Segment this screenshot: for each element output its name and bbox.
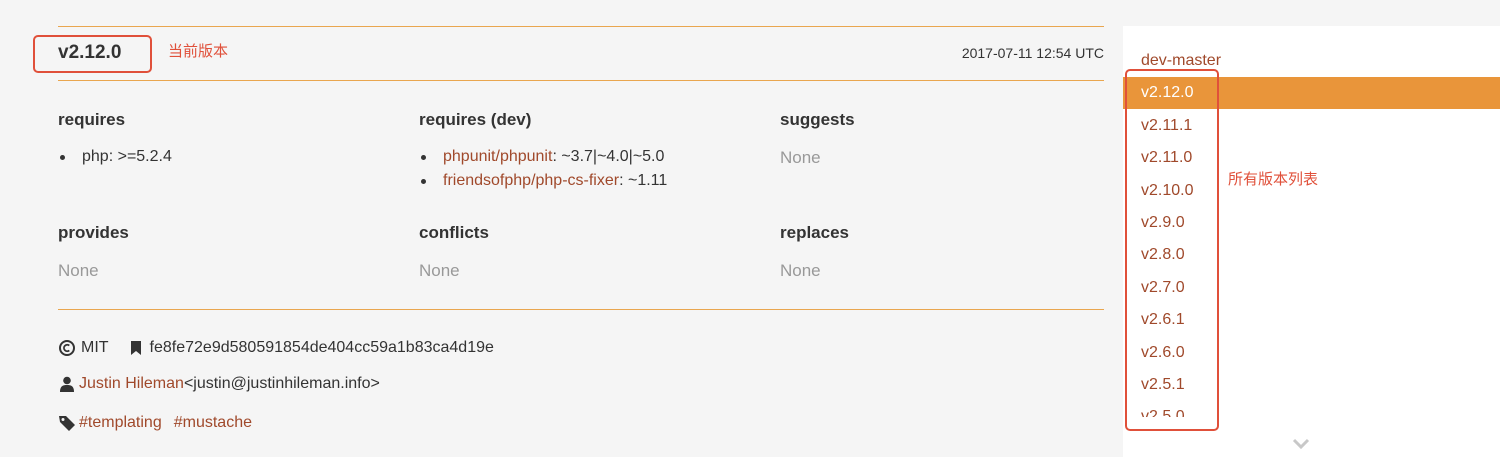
provides-value: None — [58, 261, 99, 280]
provides-heading: provides — [58, 223, 129, 242]
author-email: <justin@justinhileman.info> — [183, 375, 380, 392]
requires-dev-item: phpunit/phpunit: ~3.7|~4.0|~5.0 — [419, 145, 667, 169]
chevron-down-icon[interactable] — [1292, 438, 1310, 450]
version-dev-master[interactable]: dev-master — [1141, 52, 1221, 70]
current-version-annotation-box — [33, 35, 152, 73]
author-link[interactable]: Justin Hileman — [79, 375, 184, 393]
bookmark-icon — [130, 341, 141, 355]
suggests-value: None — [780, 148, 821, 167]
dependency-constraint: : >=5.2.4 — [108, 148, 172, 165]
divider-top — [58, 26, 1104, 27]
requires-list: php: >=5.2.4 — [58, 145, 172, 169]
replaces-heading: replaces — [780, 223, 849, 242]
dependency-name: php — [82, 148, 109, 165]
user-icon — [60, 376, 74, 392]
tags-row: #templating #mustache — [58, 414, 252, 432]
source-reference: fe8fe72e9d580591854de404cc59a1b83ca4d19e — [149, 339, 494, 356]
dependency-constraint: : ~1.11 — [619, 172, 668, 189]
dependency-constraint: : ~3.7|~4.0|~5.0 — [552, 148, 665, 165]
dependency-link[interactable]: phpunit/phpunit — [443, 148, 552, 165]
version-list-annotation-box — [1125, 69, 1219, 431]
requires-dev-heading: requires (dev) — [419, 110, 532, 129]
requires-dev-list: phpunit/phpunit: ~3.7|~4.0|~5.0 friendso… — [419, 145, 667, 193]
replaces-value: None — [780, 261, 821, 280]
tag-link[interactable]: #templating — [79, 414, 162, 432]
current-version-annotation: 当前版本 — [168, 42, 229, 60]
divider-header — [58, 80, 1104, 81]
requires-dev-item: friendsofphp/php-cs-fixer: ~1.11 — [419, 169, 667, 193]
tag-icon — [59, 416, 75, 431]
version-list-annotation: 所有版本列表 — [1228, 170, 1319, 188]
requires-heading: requires — [58, 110, 126, 129]
divider-links — [58, 309, 1104, 310]
author-row: Justin Hileman <justin@justinhileman.inf… — [58, 375, 380, 393]
license: MIT — [81, 339, 109, 356]
license-row: MIT fe8fe72e9d580591854de404cc59a1b83ca4… — [58, 339, 494, 357]
tag-link[interactable]: #mustache — [174, 414, 252, 432]
dependency-link[interactable]: friendsofphp/php-cs-fixer — [443, 172, 619, 189]
suggests-heading: suggests — [780, 110, 855, 129]
conflicts-heading: conflicts — [419, 223, 489, 242]
conflicts-value: None — [419, 261, 460, 280]
copyright-icon — [59, 340, 75, 356]
requires-item: php: >=5.2.4 — [58, 145, 172, 169]
release-date: 2017-07-11 12:54 UTC — [961, 45, 1104, 61]
